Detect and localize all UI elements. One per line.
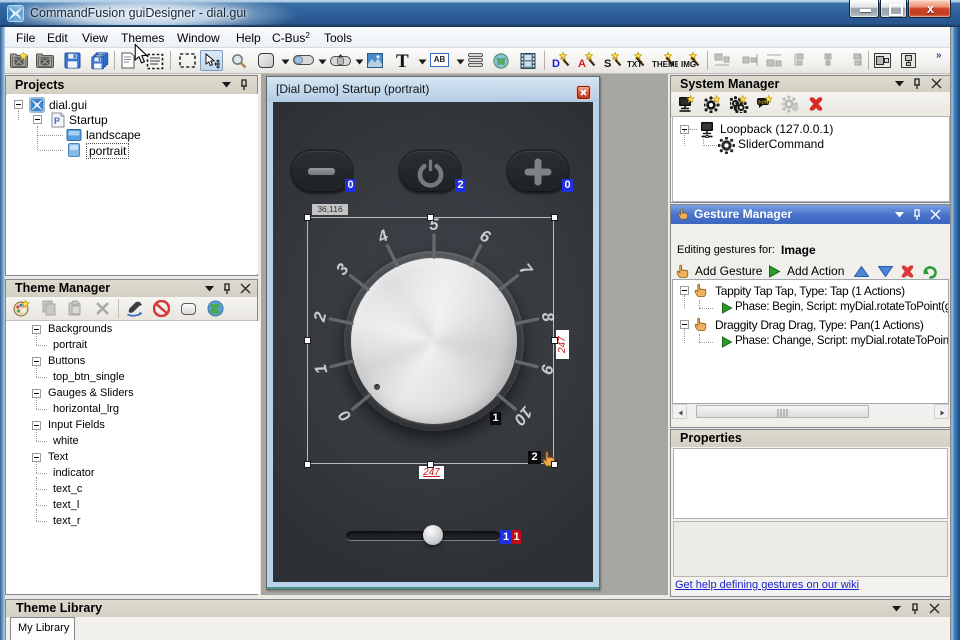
svg-text:TXT: TXT: [627, 60, 642, 69]
svg-text:IMG: IMG: [681, 60, 696, 69]
svg-text:D: D: [552, 58, 560, 69]
svg-text:THEME: THEME: [652, 60, 678, 69]
svg-text:P: P: [54, 116, 60, 126]
svg-text:S: S: [604, 58, 611, 69]
svg-text:A: A: [578, 58, 586, 69]
